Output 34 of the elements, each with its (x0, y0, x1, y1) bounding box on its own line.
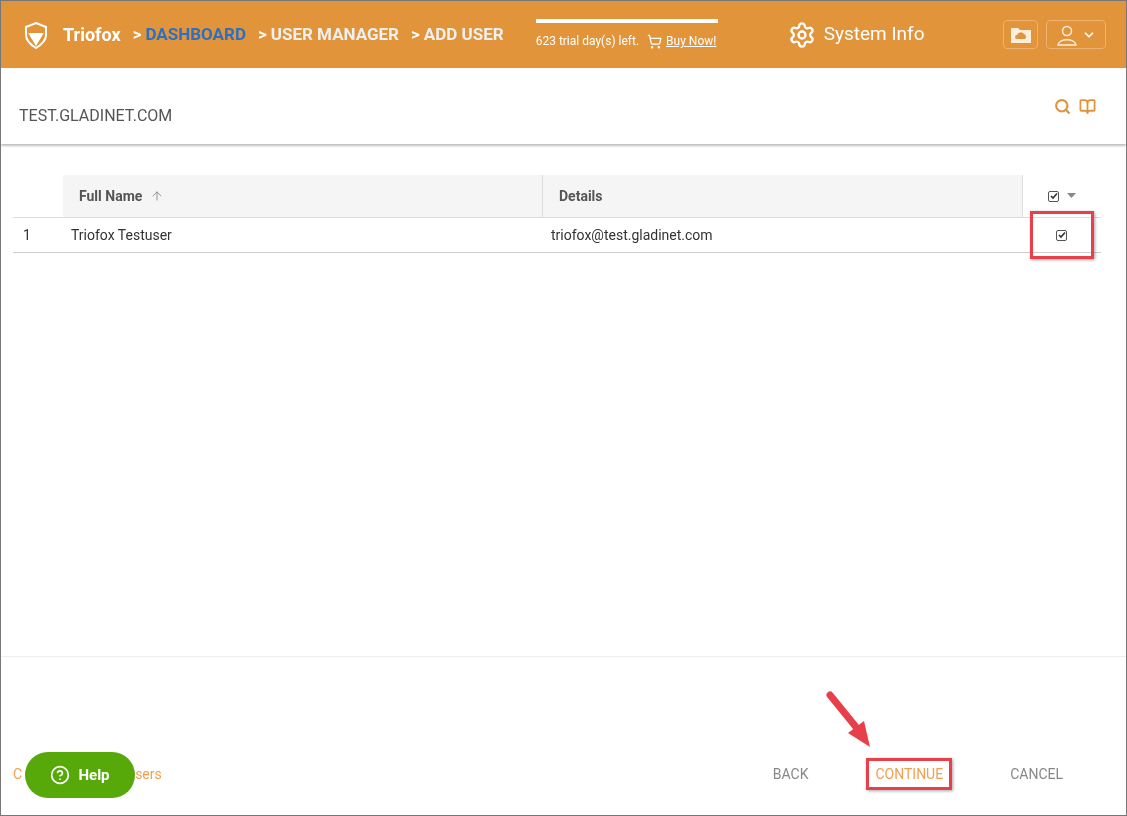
checkbox[interactable] (1056, 229, 1067, 241)
footer-button[interactable]: BACK (766, 758, 815, 790)
search-icon[interactable] (1054, 98, 1071, 115)
link-fragment[interactable]: C (13, 763, 23, 785)
breadcrumb-item: USER MANAGER (270, 22, 399, 46)
breadcrumb-separator: > (132, 22, 142, 46)
user-menu-button[interactable] (1046, 20, 1106, 49)
domain-title: TEST.GLADINET.COM (19, 105, 173, 127)
column-header[interactable]: Full Name (63, 175, 543, 217)
column-header[interactable]: Details (543, 175, 1022, 217)
cloud-folder-button[interactable] (1003, 20, 1038, 49)
cloud-folder-icon (1009, 25, 1032, 44)
book-icon[interactable] (1079, 98, 1096, 115)
help-button[interactable]: Help (25, 752, 135, 798)
link-fragment[interactable]: sers (135, 763, 162, 785)
system-info-button[interactable]: System Info (787, 20, 925, 49)
brand-name: Triofox (63, 23, 121, 47)
cart-icon (647, 33, 663, 49)
breadcrumb-separator: > (411, 22, 420, 46)
footer-button[interactable]: CONTINUE (866, 758, 953, 790)
table-cell-text: triofox@test.gladinet.com (551, 225, 714, 245)
caret-icon[interactable] (1067, 193, 1076, 199)
breadcrumb-separator: > (257, 22, 267, 46)
checkbox[interactable] (1048, 190, 1059, 202)
breadcrumb-item: ADD USER (423, 22, 504, 46)
user-icon (1056, 23, 1078, 46)
help-icon (50, 765, 71, 785)
row-number: 1 (22, 225, 32, 245)
buy-now-link[interactable]: Buy Now! (666, 32, 717, 50)
settings-icon (787, 20, 816, 49)
footer-button[interactable]: CANCEL (1004, 758, 1069, 790)
breadcrumb-link[interactable]: DASHBOARD (145, 21, 246, 48)
table-cell-text: Triofox Testuser (71, 225, 173, 245)
trial-days-text: 623 trial day(s) left. (535, 33, 640, 50)
